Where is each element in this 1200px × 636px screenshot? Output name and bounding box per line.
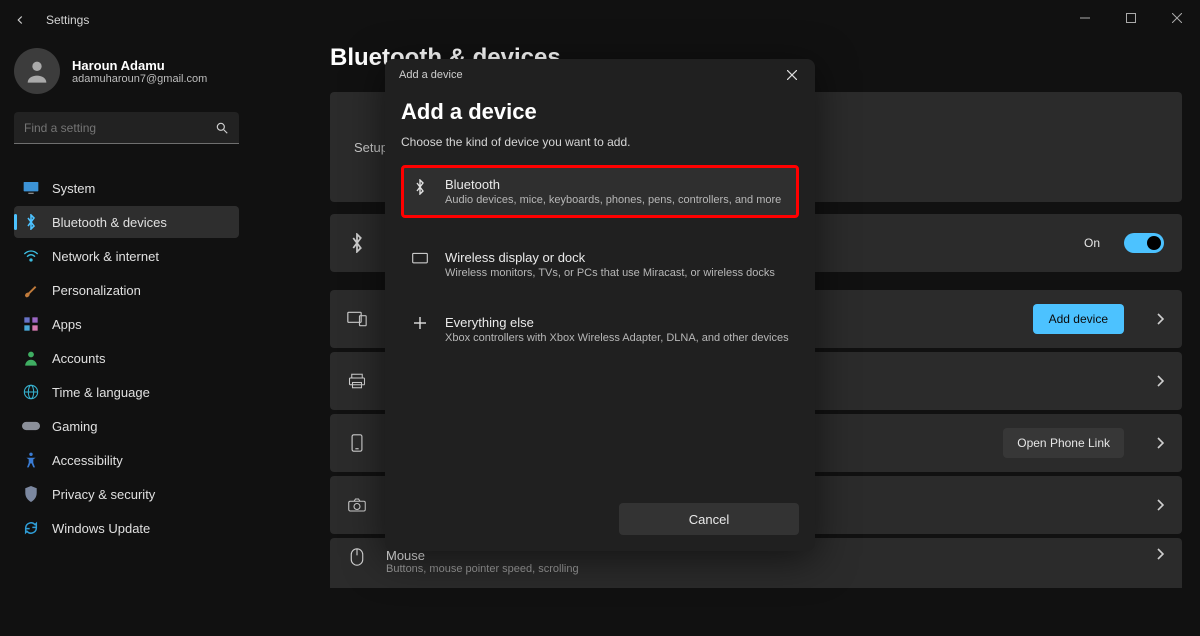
profile-name: Haroun Adamu [72, 58, 207, 73]
person-icon [22, 349, 40, 367]
sidebar-item-label: Personalization [52, 283, 141, 298]
option-title: Everything else [445, 315, 789, 330]
sidebar-item-gaming[interactable]: Gaming [14, 410, 239, 442]
option-title: Wireless display or dock [445, 250, 775, 265]
chevron-right-icon [1156, 499, 1164, 511]
close-button[interactable] [1154, 0, 1200, 36]
brush-icon [22, 281, 40, 299]
sidebar-item-label: Privacy & security [52, 487, 155, 502]
sidebar-item-label: Time & language [52, 385, 150, 400]
dialog-option-bluetooth[interactable]: Bluetooth Audio devices, mice, keyboards… [401, 165, 799, 218]
sidebar-item-accessibility[interactable]: Accessibility [14, 444, 239, 476]
add-device-button[interactable]: Add device [1033, 304, 1124, 334]
dialog-heading: Add a device [401, 99, 799, 125]
sidebar-item-accounts[interactable]: Accounts [14, 342, 239, 374]
display-icon [411, 250, 429, 265]
dialog-option-wireless-display[interactable]: Wireless display or dock Wireless monito… [401, 238, 799, 291]
minimize-button[interactable] [1062, 0, 1108, 36]
chevron-right-icon [1156, 548, 1164, 560]
sidebar-item-privacy[interactable]: Privacy & security [14, 478, 239, 510]
sidebar-item-network[interactable]: Network & internet [14, 240, 239, 272]
camera-icon [344, 498, 370, 512]
bluetooth-icon [22, 213, 40, 231]
sidebar-item-label: Windows Update [52, 521, 150, 536]
maximize-button[interactable] [1108, 0, 1154, 36]
profile-email: adamuharoun7@gmail.com [72, 73, 207, 85]
chevron-right-icon [1156, 313, 1164, 325]
titlebar: Settings [0, 0, 1200, 40]
sidebar-item-personalization[interactable]: Personalization [14, 274, 239, 306]
dialog-subheading: Choose the kind of device you want to ad… [401, 135, 799, 149]
option-sub: Wireless monitors, TVs, or PCs that use … [445, 267, 775, 279]
accessibility-icon [22, 451, 40, 469]
system-icon [22, 179, 40, 197]
profile-block[interactable]: Haroun Adamu adamuharoun7@gmail.com [14, 48, 239, 94]
mouse-icon [344, 548, 370, 566]
apps-icon [22, 315, 40, 333]
sidebar: Haroun Adamu adamuharoun7@gmail.com Syst… [14, 48, 239, 544]
bluetooth-icon [344, 233, 370, 253]
search-input[interactable] [24, 121, 215, 135]
dialog-window-title: Add a device [399, 69, 463, 81]
sidebar-item-time-language[interactable]: Time & language [14, 376, 239, 408]
option-sub: Xbox controllers with Xbox Wireless Adap… [445, 332, 789, 344]
chevron-right-icon [1156, 375, 1164, 387]
sidebar-item-label: Accessibility [52, 453, 123, 468]
phone-icon [344, 434, 370, 452]
toggle-label: On [1084, 236, 1100, 250]
update-icon [22, 519, 40, 537]
sidebar-item-label: Gaming [52, 419, 98, 434]
devices-icon [344, 311, 370, 327]
search-box[interactable] [14, 112, 239, 144]
sidebar-item-label: Accounts [52, 351, 105, 366]
option-title: Bluetooth [445, 177, 781, 192]
plus-icon [411, 315, 429, 329]
sidebar-item-apps[interactable]: Apps [14, 308, 239, 340]
window-controls [1062, 0, 1200, 36]
dialog-titlebar: Add a device [385, 59, 815, 91]
wifi-icon [22, 247, 40, 265]
dialog-cancel-button[interactable]: Cancel [619, 503, 799, 535]
open-phone-link-button[interactable]: Open Phone Link [1003, 428, 1124, 458]
shield-icon [22, 485, 40, 503]
bluetooth-icon [411, 177, 429, 195]
globe-icon [22, 383, 40, 401]
dialog-option-everything-else[interactable]: Everything else Xbox controllers with Xb… [401, 303, 799, 356]
back-button[interactable] [0, 0, 40, 40]
printer-icon [344, 373, 370, 389]
gaming-icon [22, 417, 40, 435]
add-device-dialog: Add a device Add a device Choose the kin… [385, 59, 815, 551]
sidebar-item-label: Network & internet [52, 249, 159, 264]
bluetooth-toggle[interactable] [1124, 233, 1164, 253]
sidebar-item-update[interactable]: Windows Update [14, 512, 239, 544]
row-sub: Buttons, mouse pointer speed, scrolling [386, 563, 1140, 575]
sidebar-item-bluetooth-devices[interactable]: Bluetooth & devices [14, 206, 239, 238]
avatar [14, 48, 60, 94]
chevron-right-icon [1156, 437, 1164, 449]
nav-list: System Bluetooth & devices Network & int… [14, 172, 239, 544]
sidebar-item-label: Bluetooth & devices [52, 215, 167, 230]
sidebar-item-system[interactable]: System [14, 172, 239, 204]
search-icon [215, 121, 229, 135]
sidebar-item-label: Apps [52, 317, 82, 332]
option-sub: Audio devices, mice, keyboards, phones, … [445, 194, 781, 206]
dialog-close-button[interactable] [777, 61, 807, 89]
window-title: Settings [46, 13, 89, 27]
sidebar-item-label: System [52, 181, 95, 196]
